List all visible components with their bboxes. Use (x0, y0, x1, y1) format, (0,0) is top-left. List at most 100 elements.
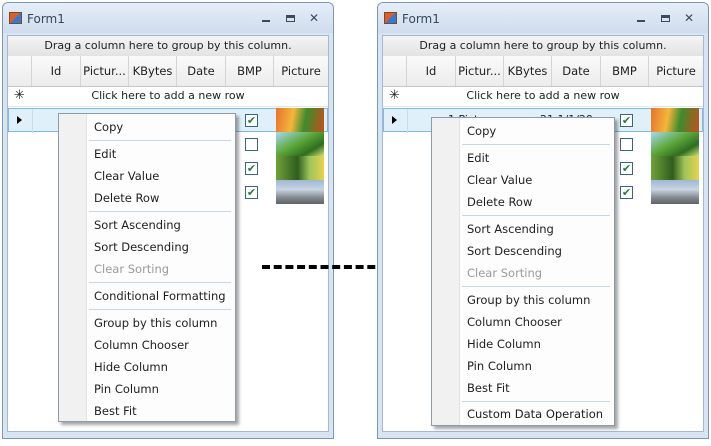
menu-item-sort-descending[interactable]: Sort Descending (87, 236, 233, 258)
close-button[interactable]: ✕ (680, 11, 698, 25)
column-header-picture[interactable]: Picture (649, 56, 703, 86)
menu-item-hide-column[interactable]: Hide Column (460, 333, 612, 355)
column-header-bmp[interactable]: BMP (601, 56, 649, 86)
bmp-checkbox[interactable]: ✔ (620, 162, 633, 175)
new-row-label: Click here to add a new row (91, 89, 245, 102)
group-panel[interactable]: Drag a column here to group by this colu… (8, 36, 328, 57)
picture-cell-image (651, 156, 699, 180)
header-row-selector (8, 56, 32, 86)
picture-cell-image (651, 132, 699, 156)
maximize-icon (660, 14, 670, 22)
minimize-icon (637, 20, 645, 22)
new-row[interactable]: ✳ Click here to add a new row (383, 86, 703, 107)
menu-item-clear-value[interactable]: Clear Value (460, 169, 612, 191)
menu-item-sort-ascending[interactable]: Sort Ascending (460, 218, 612, 240)
picture-cell-image (276, 180, 324, 204)
column-header-bmp[interactable]: BMP (226, 56, 274, 86)
picture-cell-image (276, 108, 324, 132)
close-icon: ✕ (683, 11, 695, 25)
context-menu-left: Copy Edit Clear Value Delete Row Sort As… (58, 113, 236, 422)
context-menu-right: Copy Edit Clear Value Delete Row Sort As… (431, 117, 615, 426)
menu-item-clear-sorting: Clear Sorting (94, 262, 170, 276)
maximize-button[interactable] (281, 11, 299, 25)
column-header-kbytes[interactable]: KBytes (504, 56, 552, 86)
bmp-checkbox[interactable]: ✔ (245, 162, 258, 175)
title-bar[interactable]: Form1 ✕ (378, 3, 708, 33)
column-header-id[interactable]: Id (32, 56, 81, 86)
menu-separator (462, 401, 610, 402)
row-indicator-icon (17, 116, 22, 124)
column-header-id[interactable]: Id (407, 56, 456, 86)
column-header-date[interactable]: Date (177, 56, 226, 86)
menu-item-pin-column[interactable]: Pin Column (460, 355, 612, 377)
new-row-label: Click here to add a new row (466, 89, 620, 102)
menu-item-edit[interactable]: Edit (460, 147, 612, 169)
column-header-row: Id Pictur... KBytes Date BMP Picture (8, 56, 328, 87)
asterisk-icon: ✳ (389, 88, 400, 103)
menu-item-group-by-column[interactable]: Group by this column (460, 289, 612, 311)
menu-item-best-fit[interactable]: Best Fit (87, 400, 233, 422)
menu-item-column-chooser[interactable]: Column Chooser (460, 311, 612, 333)
bmp-checkbox[interactable]: ✔ (620, 114, 633, 127)
row-indicator-icon (392, 116, 397, 124)
menu-separator (89, 140, 231, 141)
bmp-checkbox[interactable] (620, 138, 633, 151)
app-icon (384, 12, 397, 24)
window-title: Form1 (27, 12, 65, 26)
close-icon: ✕ (308, 11, 320, 25)
picture-cell-image (651, 108, 699, 132)
menu-item-copy[interactable]: Copy (460, 120, 612, 142)
app-icon (9, 12, 22, 24)
picture-cell-image (276, 156, 324, 180)
title-bar[interactable]: Form1 ✕ (3, 3, 333, 33)
column-header-row: Id Pictur... KBytes Date BMP Picture (383, 56, 703, 87)
menu-item-edit[interactable]: Edit (87, 143, 233, 165)
maximize-button[interactable] (656, 11, 674, 25)
menu-item-delete-row[interactable]: Delete Row (460, 191, 612, 213)
new-row[interactable]: ✳ Click here to add a new row (8, 86, 328, 107)
menu-item-clear-value[interactable]: Clear Value (87, 165, 233, 187)
menu-item-best-fit[interactable]: Best Fit (460, 377, 612, 399)
bmp-checkbox[interactable]: ✔ (245, 186, 258, 199)
dashed-right-arrow-icon (262, 265, 387, 269)
picture-cell-image (651, 180, 699, 204)
menu-item-conditional-formatting[interactable]: Conditional Formatting (87, 285, 233, 307)
menu-separator (89, 282, 231, 283)
menu-item-delete-row[interactable]: Delete Row (87, 187, 233, 209)
menu-separator (462, 286, 610, 287)
menu-gutter (59, 114, 87, 421)
maximize-icon (285, 14, 295, 22)
menu-separator (462, 144, 610, 145)
minimize-button[interactable] (257, 11, 275, 25)
bmp-checkbox[interactable] (245, 138, 258, 151)
asterisk-icon: ✳ (14, 88, 25, 103)
menu-item-sort-ascending[interactable]: Sort Ascending (87, 214, 233, 236)
bmp-checkbox[interactable]: ✔ (245, 114, 258, 127)
menu-gutter (432, 118, 460, 425)
menu-separator (462, 215, 610, 216)
window-title: Form1 (402, 12, 440, 26)
menu-item-sort-descending[interactable]: Sort Descending (460, 240, 612, 262)
column-header-kbytes[interactable]: KBytes (129, 56, 177, 86)
menu-separator (89, 211, 231, 212)
menu-item-pin-column[interactable]: Pin Column (87, 378, 233, 400)
row-indicator[interactable] (384, 109, 408, 133)
close-button[interactable]: ✕ (305, 11, 323, 25)
menu-item-hide-column[interactable]: Hide Column (87, 356, 233, 378)
group-panel[interactable]: Drag a column here to group by this colu… (383, 36, 703, 57)
minimize-button[interactable] (632, 11, 650, 25)
menu-item-custom-data-operation[interactable]: Custom Data Operation (460, 403, 612, 425)
header-row-selector (383, 56, 407, 86)
row-indicator[interactable] (9, 109, 33, 133)
menu-item-column-chooser[interactable]: Column Chooser (87, 334, 233, 356)
column-header-date[interactable]: Date (552, 56, 601, 86)
minimize-icon (262, 20, 270, 22)
column-header-picture[interactable]: Picture (274, 56, 328, 86)
column-header-picture-name[interactable]: Pictur... (81, 56, 129, 86)
menu-item-group-by-column[interactable]: Group by this column (87, 312, 233, 334)
column-header-picture-name[interactable]: Pictur... (456, 56, 504, 86)
menu-item-clear-sorting: Clear Sorting (467, 266, 543, 280)
bmp-checkbox[interactable]: ✔ (620, 186, 633, 199)
menu-separator (89, 309, 231, 310)
menu-item-copy[interactable]: Copy (87, 116, 233, 138)
